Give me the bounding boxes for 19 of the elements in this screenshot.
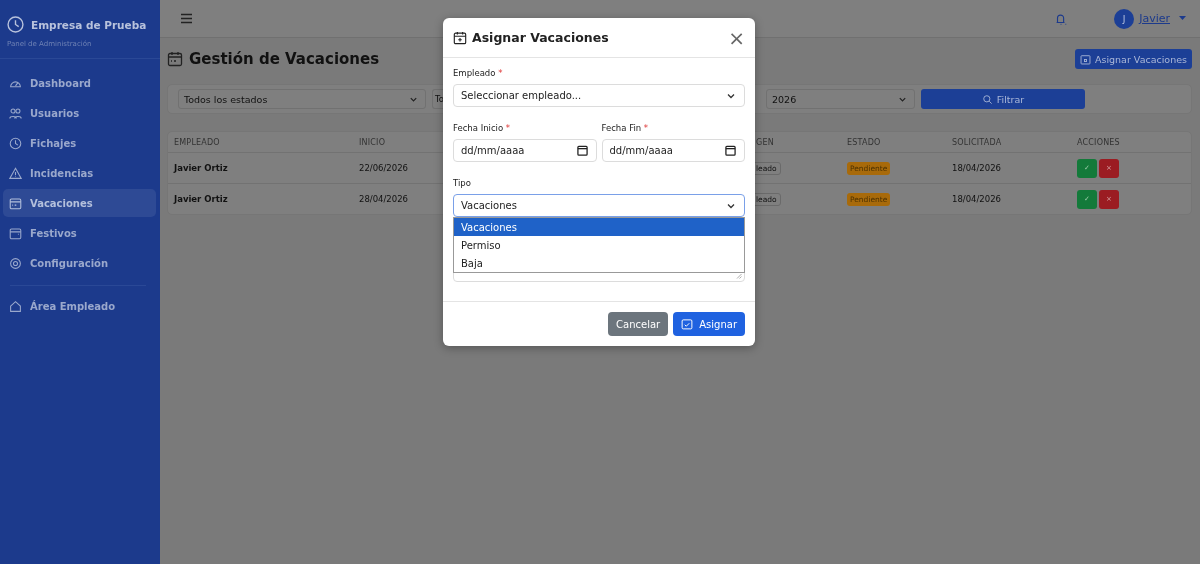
column-header: EMPLEADO [174,137,221,147]
table-cell-text: 28/04/2026 [359,194,409,204]
field-label: Fecha Inicio * [453,123,512,133]
column-header: INICIO [359,137,387,147]
modal-title: Asignar Vacaciones [472,30,610,45]
table-cell-text: 22/06/2026 [359,163,409,173]
table-cell-text: 18/04/2026 [952,194,1002,204]
column-header: ESTADO [847,137,882,147]
column-header: ACCIONES [1077,137,1121,147]
field-label: Empleado * [453,68,504,78]
field-label: Tipo [453,178,472,188]
table-cell-text: 18/04/2026 [952,163,1002,173]
column-header: SOLICITADA [952,137,1003,147]
field-label: Fecha Fin * [601,123,650,133]
table-cell-text: Javier Ortiz [174,194,229,204]
page-title: Gestión de Vacaciones [189,50,380,68]
brand-name: Empresa de Prueba [31,18,147,31]
table-cell-text: Javier Ortiz [174,163,229,173]
column-header: GEN [756,137,775,147]
